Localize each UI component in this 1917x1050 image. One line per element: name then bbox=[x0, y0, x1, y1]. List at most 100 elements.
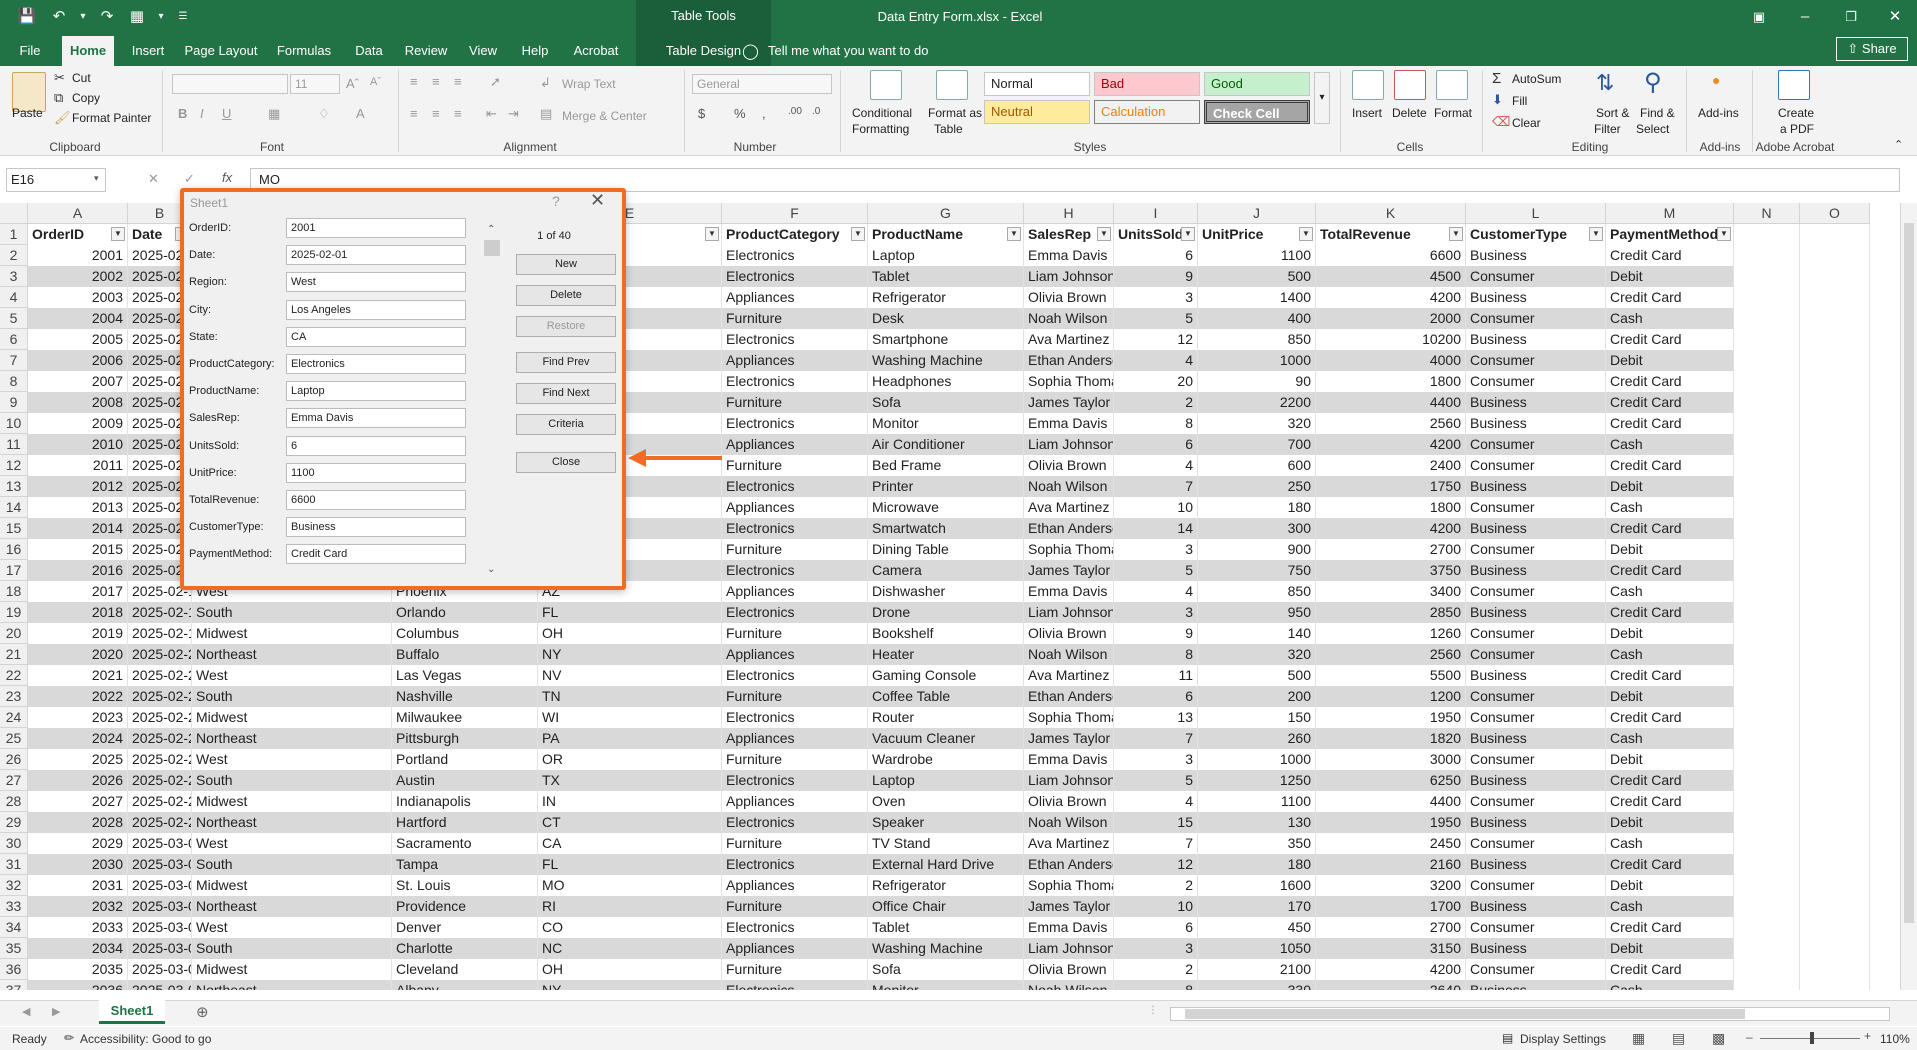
table-cell[interactable]: Business bbox=[1466, 980, 1606, 990]
table-cell[interactable]: Consumer bbox=[1466, 686, 1606, 707]
row-header[interactable]: 8 bbox=[0, 371, 28, 392]
create-pdf-label-2[interactable]: a PDF bbox=[1780, 122, 1814, 136]
table-cell[interactable]: 2008 bbox=[28, 392, 128, 413]
table-cell[interactable]: Furniture bbox=[722, 959, 868, 980]
table-cell[interactable]: 2034 bbox=[28, 938, 128, 959]
undo-dropdown-icon[interactable]: ▾ bbox=[72, 7, 94, 27]
row-header[interactable]: 13 bbox=[0, 476, 28, 497]
table-cell[interactable]: 2025-02-20 bbox=[128, 644, 192, 665]
table-cell[interactable]: 2200 bbox=[1198, 392, 1316, 413]
table-cell[interactable]: CT bbox=[538, 812, 722, 833]
empty-cell[interactable] bbox=[1800, 434, 1870, 455]
table-cell[interactable]: Tampa bbox=[392, 854, 538, 875]
empty-cell[interactable] bbox=[1734, 581, 1800, 602]
table-cell[interactable]: Business bbox=[1466, 392, 1606, 413]
table-cell[interactable]: 2025-02-19 bbox=[128, 623, 192, 644]
empty-cell[interactable] bbox=[1800, 707, 1870, 728]
table-cell[interactable]: Consumer bbox=[1466, 581, 1606, 602]
close-button[interactable]: Close bbox=[516, 452, 616, 473]
table-cell[interactable]: Northeast bbox=[192, 980, 392, 990]
table-cell[interactable]: Credit Card bbox=[1606, 413, 1734, 434]
row-header[interactable]: 25 bbox=[0, 728, 28, 749]
table-cell[interactable]: Columbus bbox=[392, 623, 538, 644]
table-cell[interactable]: Consumer bbox=[1466, 875, 1606, 896]
table-header-cell[interactable]: ProductCategory bbox=[722, 224, 868, 245]
table-cell[interactable]: 1100 bbox=[1198, 245, 1316, 266]
table-cell[interactable]: Ethan Anderson bbox=[1024, 518, 1114, 539]
table-cell[interactable]: 2036 bbox=[28, 980, 128, 990]
share-button[interactable]: ⇧ Share bbox=[1836, 37, 1908, 61]
row-header[interactable]: 26 bbox=[0, 749, 28, 770]
row-header[interactable]: 17 bbox=[0, 560, 28, 581]
table-cell[interactable]: 5 bbox=[1114, 560, 1198, 581]
table-cell[interactable]: Portland bbox=[392, 749, 538, 770]
table-cell[interactable]: Dishwasher bbox=[868, 581, 1024, 602]
table-cell[interactable]: Headphones bbox=[868, 371, 1024, 392]
table-cell[interactable]: 5 bbox=[1114, 308, 1198, 329]
table-cell[interactable]: Consumer bbox=[1466, 371, 1606, 392]
form-field-input[interactable]: Business bbox=[286, 517, 466, 538]
table-cell[interactable]: Consumer bbox=[1466, 959, 1606, 980]
column-header[interactable]: M bbox=[1606, 203, 1734, 224]
empty-cell[interactable] bbox=[1734, 833, 1800, 854]
increase-font-icon[interactable]: Aˆ bbox=[346, 76, 359, 91]
table-cell[interactable]: 5500 bbox=[1316, 665, 1466, 686]
row-header[interactable]: 33 bbox=[0, 896, 28, 917]
close-dialog-icon[interactable]: ✕ bbox=[590, 190, 605, 211]
table-cell[interactable]: 2033 bbox=[28, 917, 128, 938]
normal-view-icon[interactable]: ▦ bbox=[1632, 1030, 1645, 1047]
row-header[interactable]: 1 bbox=[0, 224, 28, 245]
select-all-corner[interactable] bbox=[0, 203, 28, 224]
table-cell[interactable]: Liam Johnson bbox=[1024, 434, 1114, 455]
table-cell[interactable]: Ava Martinez bbox=[1024, 665, 1114, 686]
increase-decimal-icon[interactable]: .00 bbox=[788, 106, 802, 117]
table-cell[interactable]: 1800 bbox=[1316, 497, 1466, 518]
filter-dropdown-icon[interactable]: ▼ bbox=[111, 227, 125, 241]
empty-cell[interactable] bbox=[1800, 896, 1870, 917]
table-cell[interactable]: 2560 bbox=[1316, 644, 1466, 665]
customize-toolbar-icon[interactable]: ☰ bbox=[172, 7, 194, 27]
table-cell[interactable]: Credit Card bbox=[1606, 560, 1734, 581]
table-cell[interactable]: Furniture bbox=[722, 308, 868, 329]
redo-icon[interactable]: ↷ bbox=[96, 7, 118, 27]
table-cell[interactable]: Emma Davis bbox=[1024, 581, 1114, 602]
table-cell[interactable]: Electronics bbox=[722, 266, 868, 287]
table-cell[interactable]: 2025-02-21 bbox=[128, 665, 192, 686]
table-cell[interactable]: Business bbox=[1466, 413, 1606, 434]
form-dropdown-icon[interactable]: ▾ bbox=[150, 7, 172, 27]
horizontal-scroll-thumb[interactable] bbox=[1185, 1009, 1745, 1019]
empty-cell[interactable] bbox=[1800, 497, 1870, 518]
paste-button[interactable]: Paste bbox=[12, 106, 43, 120]
table-cell[interactable]: MO bbox=[538, 875, 722, 896]
table-cell[interactable]: Hartford bbox=[392, 812, 538, 833]
table-cell[interactable]: Albany bbox=[392, 980, 538, 990]
align-bottom-icon[interactable]: ≡ bbox=[454, 74, 462, 89]
table-cell[interactable]: Cash bbox=[1606, 728, 1734, 749]
table-cell[interactable]: Appliances bbox=[722, 875, 868, 896]
table-cell[interactable]: Cash bbox=[1606, 497, 1734, 518]
tab-review[interactable]: Review bbox=[400, 36, 452, 66]
table-cell[interactable]: West bbox=[192, 749, 392, 770]
table-cell[interactable]: Appliances bbox=[722, 791, 868, 812]
table-cell[interactable]: Camera bbox=[868, 560, 1024, 581]
empty-cell[interactable] bbox=[1734, 644, 1800, 665]
font-color-icon[interactable]: A bbox=[356, 106, 365, 121]
table-cell[interactable]: TX bbox=[538, 770, 722, 791]
table-cell[interactable]: Consumer bbox=[1466, 707, 1606, 728]
table-cell[interactable]: Business bbox=[1466, 602, 1606, 623]
conditional-formatting-label[interactable]: Conditional bbox=[852, 106, 912, 120]
empty-cell[interactable] bbox=[1800, 917, 1870, 938]
table-cell[interactable]: 10200 bbox=[1316, 329, 1466, 350]
table-cell[interactable]: South bbox=[192, 770, 392, 791]
table-cell[interactable]: Ethan Anderson bbox=[1024, 686, 1114, 707]
table-cell[interactable]: Consumer bbox=[1466, 308, 1606, 329]
table-cell[interactable]: Business bbox=[1466, 812, 1606, 833]
table-cell[interactable]: 6250 bbox=[1316, 770, 1466, 791]
table-cell[interactable]: 2400 bbox=[1316, 455, 1466, 476]
table-cell[interactable]: 4500 bbox=[1316, 266, 1466, 287]
table-cell[interactable]: 2011 bbox=[28, 455, 128, 476]
empty-cell[interactable] bbox=[1734, 350, 1800, 371]
table-cell[interactable]: 2160 bbox=[1316, 854, 1466, 875]
table-cell[interactable]: 2035 bbox=[28, 959, 128, 980]
italic-icon[interactable]: I bbox=[200, 106, 204, 121]
